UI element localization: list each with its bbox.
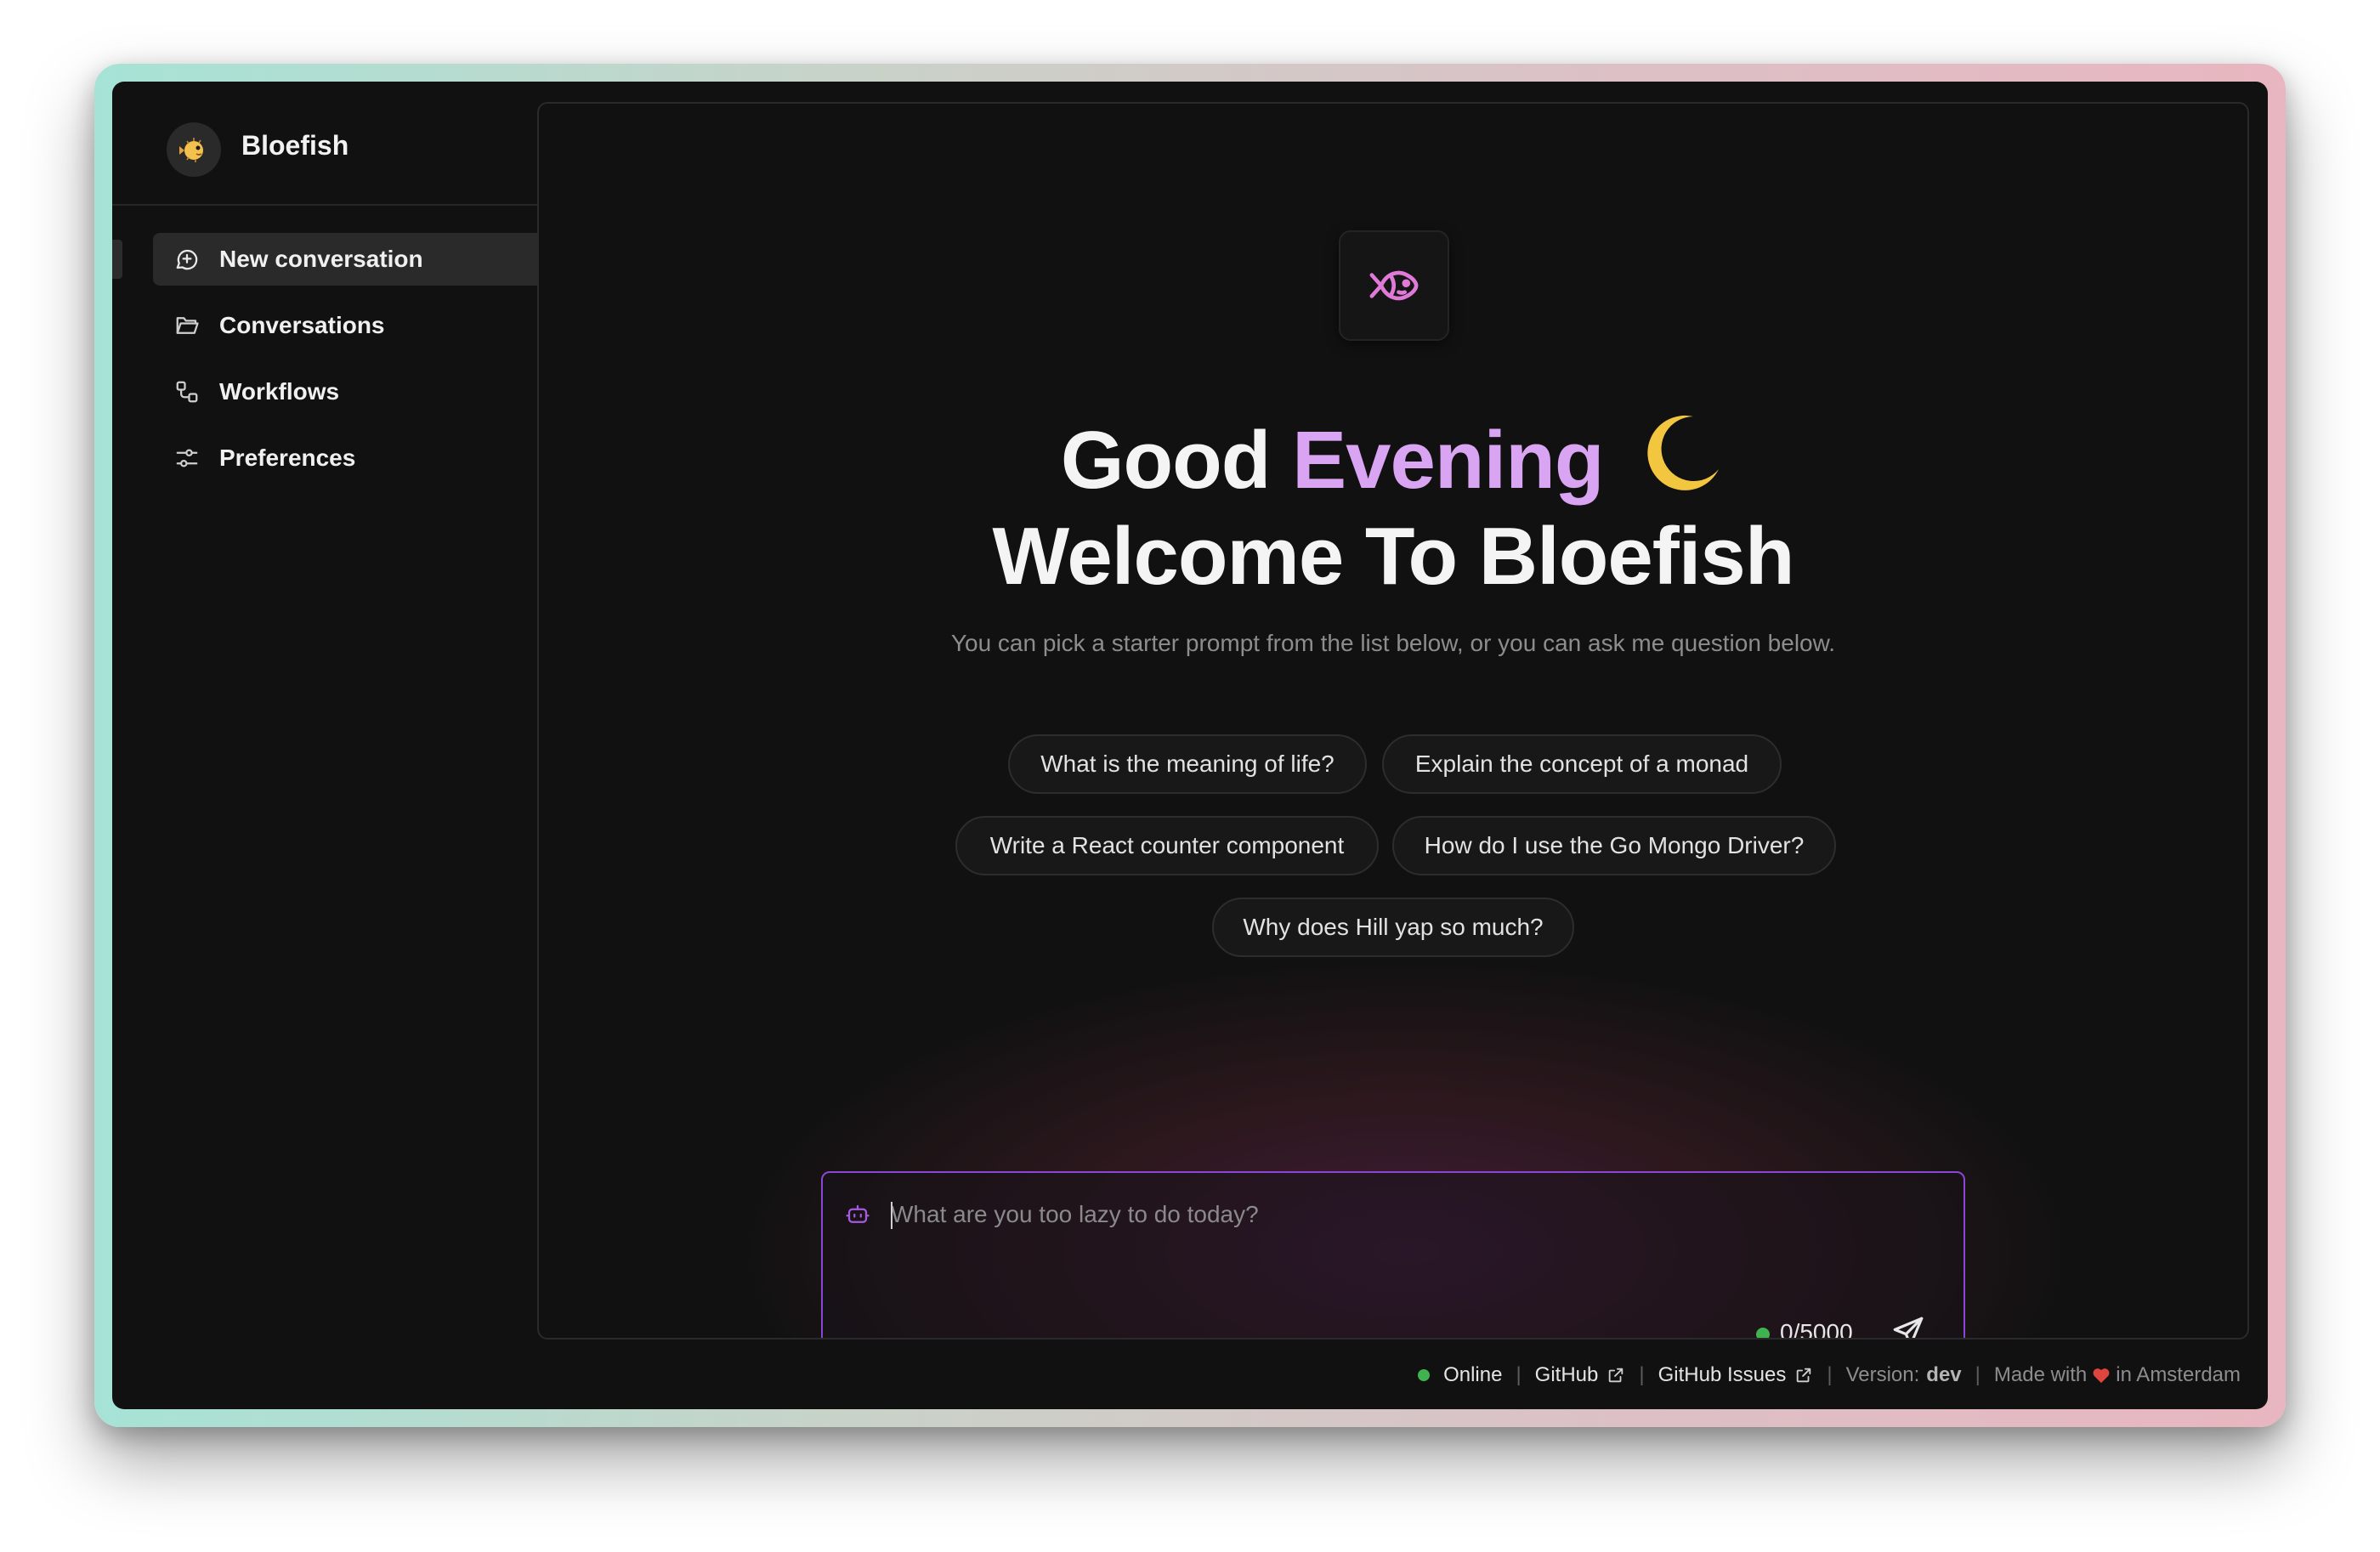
send-button[interactable] [1887,1311,1930,1338]
sidebar: Bloefish New conversation Conversations [112,82,537,1409]
starter-prompt-chip[interactable]: What is the meaning of life? [1008,734,1367,794]
message-plus-icon [173,246,201,273]
external-link-icon [1609,1368,1624,1383]
sidebar-item-label: New conversation [219,246,423,272]
pufferfish-icon [179,138,203,162]
footer-separator: | [1516,1363,1522,1386]
sliders-icon [173,445,201,472]
footer: Online | GitHub | GitHub Issues | Versio… [1418,1358,2241,1392]
moon-icon [1640,410,1726,514]
sidebar-item-preferences[interactable]: Preferences [153,432,537,484]
version-value: dev [1926,1363,1962,1386]
sidebar-item-workflows[interactable]: Workflows [153,365,537,418]
status-dot [1756,1328,1770,1338]
message-input[interactable] [889,1195,1912,1234]
main-panel: Good Evening Welcome To Bloefish You can… [537,102,2249,1340]
fish-icon [1369,270,1419,301]
nav-active-indicator [112,240,122,279]
workflow-icon [173,378,201,405]
greeting-heading: Good Evening [539,410,2247,514]
brand-name: Bloefish [241,130,349,161]
greeting-accent: Evening [1292,415,1604,506]
heart-icon [2092,1363,2111,1387]
text-caret [891,1202,892,1229]
send-icon [1893,1317,1924,1338]
app-window: Bloefish New conversation Conversations [112,82,2268,1409]
github-issues-link[interactable]: GitHub Issues [1658,1363,1814,1387]
sidebar-item-conversations[interactable]: Conversations [153,299,537,352]
made-with-text: Made with [1993,1363,2088,1386]
sidebar-item-label: Workflows [219,378,340,405]
starter-prompt-chip[interactable]: Why does Hill yap so much? [1212,898,1574,957]
logo-tile [1339,230,1449,341]
starter-prompt-chip[interactable]: Write a React counter component [955,816,1379,875]
sidebar-item-new-conversation[interactable]: New conversation [153,233,537,286]
subtitle-text: You can pick a starter prompt from the l… [950,630,1836,656]
github-link-label: GitHub [1534,1363,1599,1386]
message-composer: 0/5000 [821,1171,1965,1340]
welcome-heading: Welcome To Bloefish [992,511,1795,602]
github-link[interactable]: GitHub [1535,1363,1626,1387]
sidebar-item-label: Preferences [219,445,356,471]
starter-prompt-chip[interactable]: Explain the concept of a monad [1382,734,1782,794]
footer-separator: | [1827,1363,1833,1386]
location-text: in Amsterdam [2116,1363,2241,1386]
online-status-dot [1418,1369,1431,1381]
version-label: Version: [1845,1363,1920,1386]
online-status: Online [1443,1363,1503,1386]
footer-separator: | [1975,1363,1980,1386]
folder-icon [173,312,201,339]
footer-separator: | [1639,1363,1645,1386]
sidebar-item-label: Conversations [219,312,385,338]
char-count: 0/5000 [1780,1319,1853,1340]
avatar[interactable] [167,122,221,177]
external-link-icon [1797,1368,1811,1383]
brand-header: Bloefish [112,82,537,206]
github-issues-label: GitHub Issues [1658,1363,1787,1386]
greeting-prefix: Good [1060,415,1272,506]
bot-icon [845,1202,870,1232]
starter-prompt-chip[interactable]: How do I use the Go Mongo Driver? [1392,816,1836,875]
